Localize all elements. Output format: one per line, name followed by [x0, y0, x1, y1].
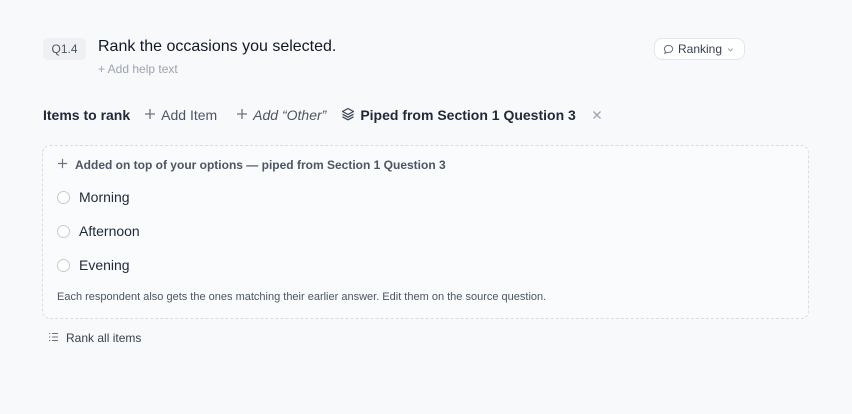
- ordered-list-icon: [48, 331, 59, 345]
- plus-icon: [57, 158, 68, 172]
- plus-icon: [144, 107, 156, 123]
- option-label: Afternoon: [79, 223, 140, 239]
- rank-all-items-toggle[interactable]: Rank all items: [48, 331, 141, 345]
- piped-source-label: Piped from Section 1 Question 3: [360, 107, 576, 123]
- piped-footnote: Each respondent also gets the ones match…: [57, 291, 547, 303]
- question-title[interactable]: Rank the occasions you selected.: [98, 37, 336, 57]
- piped-note-text: Added on top of your options — piped fro…: [75, 158, 446, 172]
- piped-note: Added on top of your options — piped fro…: [57, 158, 446, 172]
- speech-bubble-icon: [663, 44, 674, 55]
- option-label: Morning: [79, 189, 130, 205]
- add-help-text-link[interactable]: + Add help text: [98, 61, 178, 77]
- add-other-label: Add “Other”: [253, 107, 327, 123]
- question-number-badge: Q1.4: [43, 38, 86, 60]
- option-radio[interactable]: [57, 190, 70, 204]
- plus-icon: [236, 107, 248, 123]
- items-to-rank-label: Items to rank: [43, 107, 131, 123]
- chevron-down-icon: [726, 45, 735, 54]
- add-item-button[interactable]: Add Item: [144, 107, 217, 123]
- option-radio[interactable]: [57, 224, 70, 238]
- remove-piped-button[interactable]: [590, 108, 604, 122]
- add-item-label: Add Item: [161, 107, 218, 123]
- list-item: Afternoon: [57, 223, 140, 239]
- list-item: Morning: [57, 189, 130, 205]
- question-type-label: Ranking: [678, 42, 723, 56]
- add-other-button[interactable]: Add “Other”: [236, 107, 326, 123]
- option-radio[interactable]: [57, 258, 70, 272]
- question-type-dropdown[interactable]: Ranking: [654, 38, 746, 60]
- option-label: Evening: [79, 257, 130, 273]
- rank-all-items-label: Rank all items: [66, 331, 142, 345]
- piped-source-chip[interactable]: Piped from Section 1 Question 3: [341, 107, 576, 124]
- list-item: Evening: [57, 257, 130, 273]
- items-toolbar: Items to rank Add Item Add “Other” Piped…: [43, 104, 604, 126]
- close-icon: [592, 107, 602, 123]
- question-number: Q1.4: [51, 42, 78, 56]
- layers-icon: [341, 107, 355, 124]
